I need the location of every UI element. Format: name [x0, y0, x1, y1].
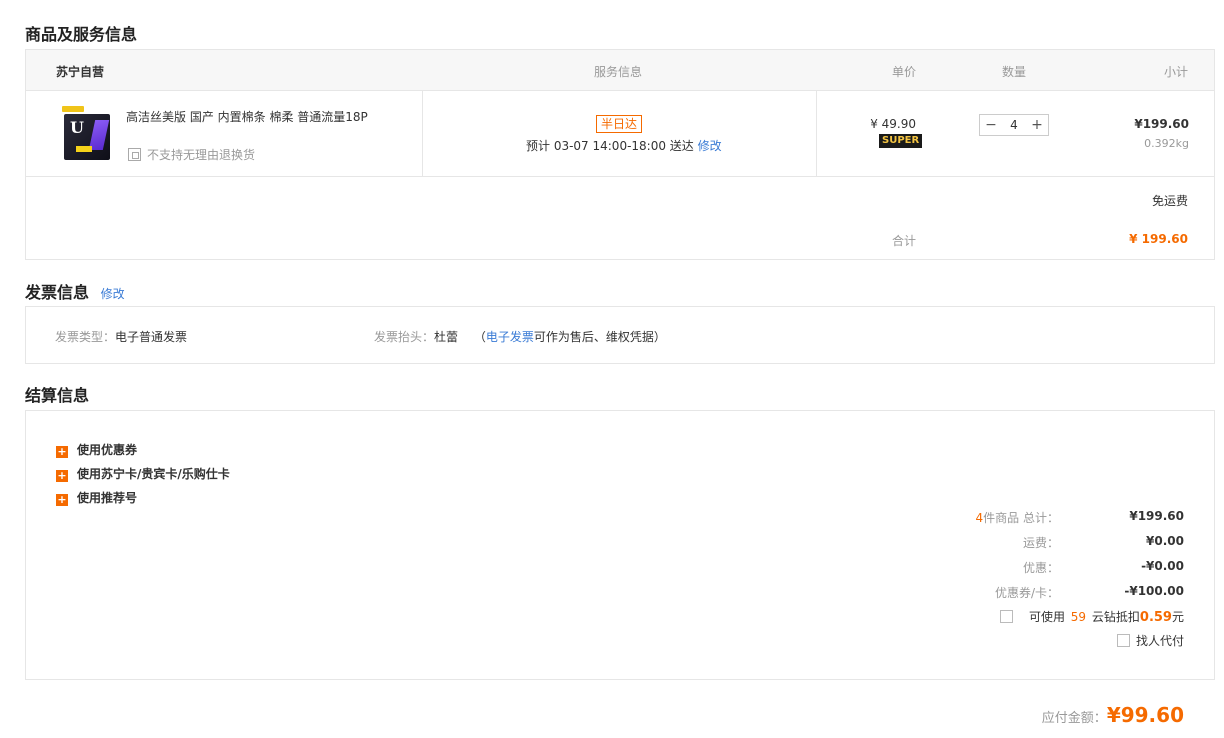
total-label: 合计: [892, 234, 917, 248]
invoice-head-label: 发票抬头：: [374, 330, 435, 344]
e-invoice-link[interactable]: 电子发票: [486, 330, 534, 344]
goods-total-label: 4件商品 总计：: [976, 509, 1059, 526]
product-row: U 高洁丝美版 国产 内置棉条 棉柔 普通流量18P 不支持无理由退换货 半日达…: [26, 91, 1214, 177]
product-box: 苏宁自营 服务信息 单价 数量 小计 U 高洁丝美版 国产 内置棉条 棉柔 普通…: [25, 49, 1215, 260]
coin-prefix: 可使用: [1028, 610, 1065, 624]
option-label: 使用苏宁卡/贵宾卡/乐购仕卡: [77, 467, 230, 481]
plus-icon: +: [56, 493, 68, 506]
invoice-head-value: 杜蕾: [434, 330, 459, 344]
invoice-section-title: 发票信息 修改: [25, 279, 125, 303]
qty-increment-button[interactable]: +: [1030, 117, 1044, 133]
item-weight: 0.392kg: [1144, 137, 1189, 150]
unit-price: ¥ 49.90: [870, 117, 916, 131]
use-coupon-option[interactable]: + 使用优惠券: [56, 441, 137, 458]
goods-section-title: 商品及服务信息: [25, 25, 138, 44]
cloud-diamond-checkbox[interactable]: [999, 610, 1013, 623]
item-subtotal: ¥199.60: [1134, 117, 1189, 131]
delivery-estimate: 预计 03-07 14:00-18:00 送达 修改: [526, 137, 722, 154]
no-return-text: 不支持无理由退换货: [147, 148, 256, 162]
invoice-type-value: 电子普通发票: [115, 330, 188, 344]
plus-icon: +: [56, 445, 68, 458]
half-day-delivery-badge: 半日达: [596, 115, 643, 133]
items-label: 件商品 总计：: [983, 511, 1059, 525]
invoice-note-close: ）: [653, 330, 666, 344]
discount-value: -¥0.00: [1141, 559, 1184, 573]
invoice-type: 发票类型：电子普通发票: [55, 328, 187, 345]
invoice-title-text: 发票信息: [25, 283, 90, 302]
invoice-note-open: （: [473, 330, 486, 344]
payable-value: ¥99.60: [1106, 703, 1184, 727]
column-divider: [422, 91, 423, 177]
settle-box: + 使用优惠券 + 使用苏宁卡/贵宾卡/乐购仕卡 + 使用推荐号 4件商品 总计： ¥…: [25, 410, 1215, 680]
payable-label: 应付金额：: [1041, 711, 1107, 726]
use-referral-option[interactable]: + 使用推荐号: [56, 489, 137, 506]
delivery-text: 预计 03-07 14:00-18:00 送达: [526, 139, 694, 153]
coupon-value: -¥100.00: [1124, 584, 1184, 598]
shipping-value: ¥0.00: [1146, 534, 1184, 548]
payable-amount: 应付金额：¥99.60: [1042, 703, 1184, 727]
product-thumbnail[interactable]: U: [62, 106, 112, 162]
shipping-label: 运费：: [1022, 536, 1059, 550]
pay-for-me-checkbox[interactable]: [1116, 634, 1130, 647]
no-return-notice: 不支持无理由退换货: [128, 146, 255, 163]
product-name[interactable]: 高洁丝美版 国产 内置棉条 棉柔 普通流量18P: [126, 108, 368, 125]
discount-label: 优惠：: [1022, 561, 1059, 575]
quantity-stepper: − 4 +: [979, 114, 1049, 136]
settle-section-title: 结算信息: [25, 386, 90, 405]
pay-for-me-row: 找人代付: [1116, 632, 1184, 649]
total-value: ¥ 199.60: [1129, 232, 1188, 246]
no-return-icon: [128, 148, 141, 161]
brand-tag-icon: [62, 106, 84, 112]
col-price-header: 单价: [892, 65, 917, 79]
col-subtotal-header: 小计: [1163, 65, 1188, 79]
invoice-header: 发票抬头：杜蕾 （电子发票可作为售后、维权凭据）: [374, 328, 666, 345]
goods-total-value: ¥199.60: [1129, 509, 1184, 523]
free-shipping-label: 免运费: [1151, 194, 1188, 208]
invoice-type-label: 发票类型：: [55, 330, 116, 344]
invoice-box: 发票类型：电子普通发票 发票抬头：杜蕾 （电子发票可作为售后、维权凭据）: [25, 306, 1215, 364]
option-label: 使用推荐号: [77, 491, 138, 505]
package-image-icon: U: [64, 114, 110, 160]
cloud-diamond-row: 可使用 59 云钻抵扣0.59元: [999, 608, 1184, 625]
use-card-option[interactable]: + 使用苏宁卡/贵宾卡/乐购仕卡: [56, 465, 230, 482]
qty-value[interactable]: 4: [1010, 118, 1018, 132]
coupon-label: 优惠券/卡：: [994, 586, 1059, 600]
product-table-header: 苏宁自营 服务信息 单价 数量 小计: [26, 50, 1214, 91]
delivery-edit-link[interactable]: 修改: [698, 139, 722, 153]
col-qty-header: 数量: [1002, 65, 1027, 79]
column-divider: [816, 91, 817, 177]
coin-mid: 云钻抵扣: [1091, 610, 1140, 624]
option-label: 使用优惠券: [77, 443, 138, 457]
invoice-edit-link[interactable]: 修改: [101, 287, 125, 301]
coin-unit: 元: [1171, 610, 1184, 624]
invoice-note-rest: 可作为售后、维权凭据: [533, 330, 654, 344]
store-name: 苏宁自营: [56, 65, 105, 79]
col-service-header: 服务信息: [594, 65, 643, 79]
qty-decrement-button[interactable]: −: [984, 117, 998, 133]
pay-for-me-label: 找人代付: [1135, 634, 1184, 648]
coin-amount: 0.59: [1139, 610, 1172, 625]
super-badge: SUPER: [879, 134, 923, 148]
plus-icon: +: [56, 469, 68, 482]
coin-count: 59: [1070, 610, 1087, 624]
